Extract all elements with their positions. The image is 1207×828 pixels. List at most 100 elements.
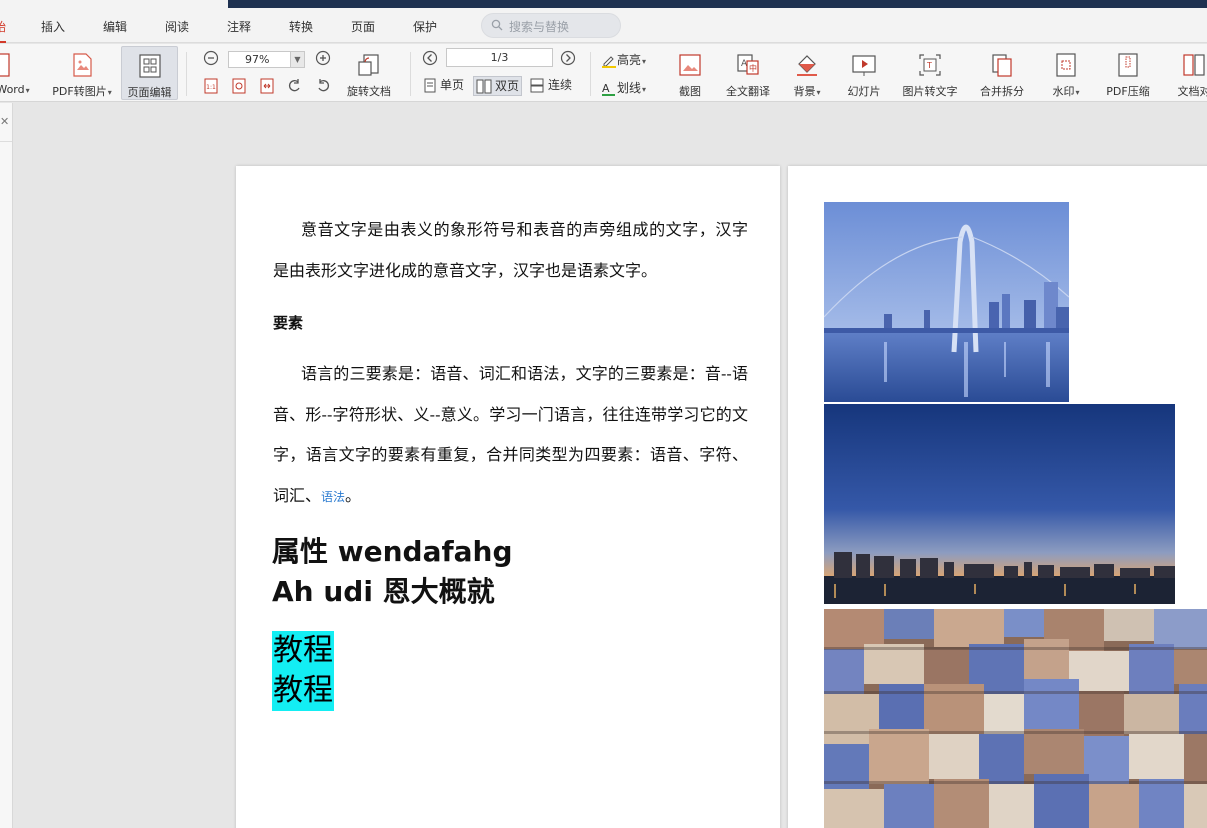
highlighted-line-1: 教程 (273, 633, 333, 668)
large-text-line-2: Ah udi 恩大概就 (272, 575, 495, 608)
doc-compare-label: 文档对 (1177, 85, 1207, 98)
pdf-to-image-button[interactable]: PDF转图片 (46, 46, 118, 100)
rotate-document-button[interactable]: 旋转文档 (340, 46, 398, 100)
toolbar-divider (590, 52, 591, 96)
slideshow-button[interactable]: 幻灯片 (842, 46, 886, 100)
svg-text:中: 中 (749, 63, 757, 73)
slideshow-icon (852, 55, 876, 76)
underline-tool[interactable]: A 划线 (601, 79, 646, 97)
menu-bar: 始 插入 编辑 阅读 注释 转换 页面 保护 搜索与替换 (0, 8, 1207, 43)
highlight-tool[interactable]: 高亮 (601, 51, 646, 69)
paragraph-elements: 语言的三要素是：语音、词汇和语法，文字的三要素是：音--语音、形--字符形状、义… (273, 354, 748, 517)
background-button[interactable]: 背景 (788, 46, 826, 100)
double-page-label: 双页 (495, 79, 520, 93)
svg-text:T: T (926, 61, 932, 70)
single-page-icon (424, 78, 436, 93)
rotate-left-icon[interactable] (287, 78, 303, 94)
toolbar-divider (186, 52, 187, 96)
menu-item-insert[interactable]: 插入 (41, 18, 65, 35)
search-icon (491, 19, 503, 31)
svg-text:A: A (602, 82, 610, 95)
doc-compare-button[interactable]: 文档对 (1166, 46, 1207, 100)
highlighted-text-block: 教程 教程 (272, 631, 334, 711)
side-panel: ✕ (0, 103, 13, 828)
continuous-label: 连续 (548, 78, 573, 92)
zoom-out-icon[interactable] (203, 50, 219, 66)
menu-item-annotate[interactable]: 注释 (227, 18, 251, 35)
search-placeholder: 搜索与替换 (509, 20, 570, 34)
prev-page-icon[interactable] (422, 50, 438, 66)
screenshot-label: 截图 (679, 85, 701, 98)
menu-item-read[interactable]: 阅读 (165, 18, 189, 35)
compare-icon (1183, 54, 1205, 76)
merge-split-icon (992, 54, 1012, 77)
actual-size-icon[interactable]: 1:1 (203, 78, 219, 94)
double-page-button[interactable]: 双页 (473, 76, 523, 96)
image-to-text-label: 图片转文字 (902, 85, 958, 98)
continuous-icon (530, 78, 544, 93)
watermark-button[interactable]: 水印 (1046, 46, 1086, 100)
pdf-to-image-label: PDF转图片 (46, 83, 118, 99)
zoom-in-icon[interactable] (315, 50, 331, 66)
search-box[interactable]: 搜索与替换 (481, 13, 621, 38)
menu-item-convert[interactable]: 转换 (289, 18, 313, 35)
menu-item-start[interactable]: 始 (0, 18, 7, 43)
double-page-icon (476, 79, 492, 94)
underline-icon: A (602, 82, 615, 96)
watermark-icon (1056, 53, 1076, 77)
paint-bucket-icon (797, 55, 817, 76)
next-page-icon[interactable] (560, 50, 576, 66)
fit-width-icon[interactable] (259, 78, 275, 94)
full-translate-button[interactable]: A中 全文翻译 (720, 46, 776, 100)
title-bar (0, 0, 1207, 8)
ocr-icon: T (919, 54, 941, 76)
paragraph-intro: 意音文字是由表义的象形符号和表音的声旁组成的文字，汉字是由表形文字进化成的意音文… (273, 220, 748, 280)
svg-text:1:1: 1:1 (206, 84, 216, 91)
page-edit-label: 页面编辑 (127, 86, 172, 99)
continuous-button[interactable]: 连续 (529, 76, 572, 96)
paragraph-elements-text: 语言的三要素是：语音、词汇和语法，文字的三要素是：音--语音、形--字符形状、义… (273, 364, 748, 505)
page-grid-icon (138, 54, 161, 78)
underline-label: 划线 (617, 81, 646, 95)
word-doc-icon (0, 53, 10, 77)
chevron-down-icon[interactable]: ▼ (290, 52, 304, 67)
to-word-label: Word (0, 83, 36, 96)
active-document-tab[interactable] (0, 0, 228, 8)
image-to-text-button[interactable]: T 图片转文字 (898, 46, 962, 100)
single-page-button[interactable]: 单页 (423, 76, 464, 96)
grammar-link[interactable]: 语法 (321, 490, 345, 504)
rotate-right-icon[interactable] (315, 78, 331, 94)
menu-item-protect[interactable]: 保护 (413, 18, 437, 35)
large-text-line-1: 属性 wendafahg (272, 535, 513, 568)
watermark-label: 水印 (1046, 83, 1086, 99)
merge-split-button[interactable]: 合并拆分 (974, 46, 1030, 100)
paragraph-end-mark: 。 (345, 485, 362, 505)
page-edit-button[interactable]: 页面编辑 (121, 46, 178, 100)
document-viewport[interactable]: 意音文字是由表义的象形符号和表音的声旁组成的文字，汉字是由表形文字进化成的意音文… (14, 103, 1207, 828)
ribbon-toolbar: Word PDF转图片 页面编辑 97% ▼ 1:1 旋转文档 1/3 单页 双… (0, 44, 1207, 102)
city-skyline-photo (824, 404, 1175, 604)
page-number-input[interactable]: 1/3 (446, 48, 553, 67)
single-page-label: 单页 (440, 78, 465, 92)
background-label: 背景 (788, 83, 826, 99)
highlight-label: 高亮 (617, 53, 646, 67)
zoom-select[interactable]: 97% ▼ (228, 51, 305, 68)
translate-icon: A中 (737, 54, 759, 75)
zoom-value: 97% (245, 53, 270, 66)
village-rooftops-photo (824, 609, 1207, 828)
rotate-doc-icon (358, 54, 379, 76)
compress-icon (1118, 53, 1138, 77)
to-word-button[interactable]: Word (0, 46, 36, 100)
highlighter-icon (602, 55, 616, 68)
pdf-page-2 (788, 166, 1207, 828)
pdf-compress-button[interactable]: PDF压缩 (1100, 46, 1156, 100)
highlighted-line-2: 教程 (273, 673, 333, 708)
menu-item-page[interactable]: 页面 (351, 18, 375, 35)
fit-page-icon[interactable] (231, 78, 247, 94)
bridge-photo (824, 202, 1069, 402)
section-heading: 要素 (273, 314, 304, 332)
close-icon[interactable]: ✕ (0, 115, 9, 128)
screenshot-button[interactable]: 截图 (672, 46, 708, 100)
menu-item-edit[interactable]: 编辑 (103, 18, 127, 35)
merge-split-label: 合并拆分 (980, 85, 1024, 98)
